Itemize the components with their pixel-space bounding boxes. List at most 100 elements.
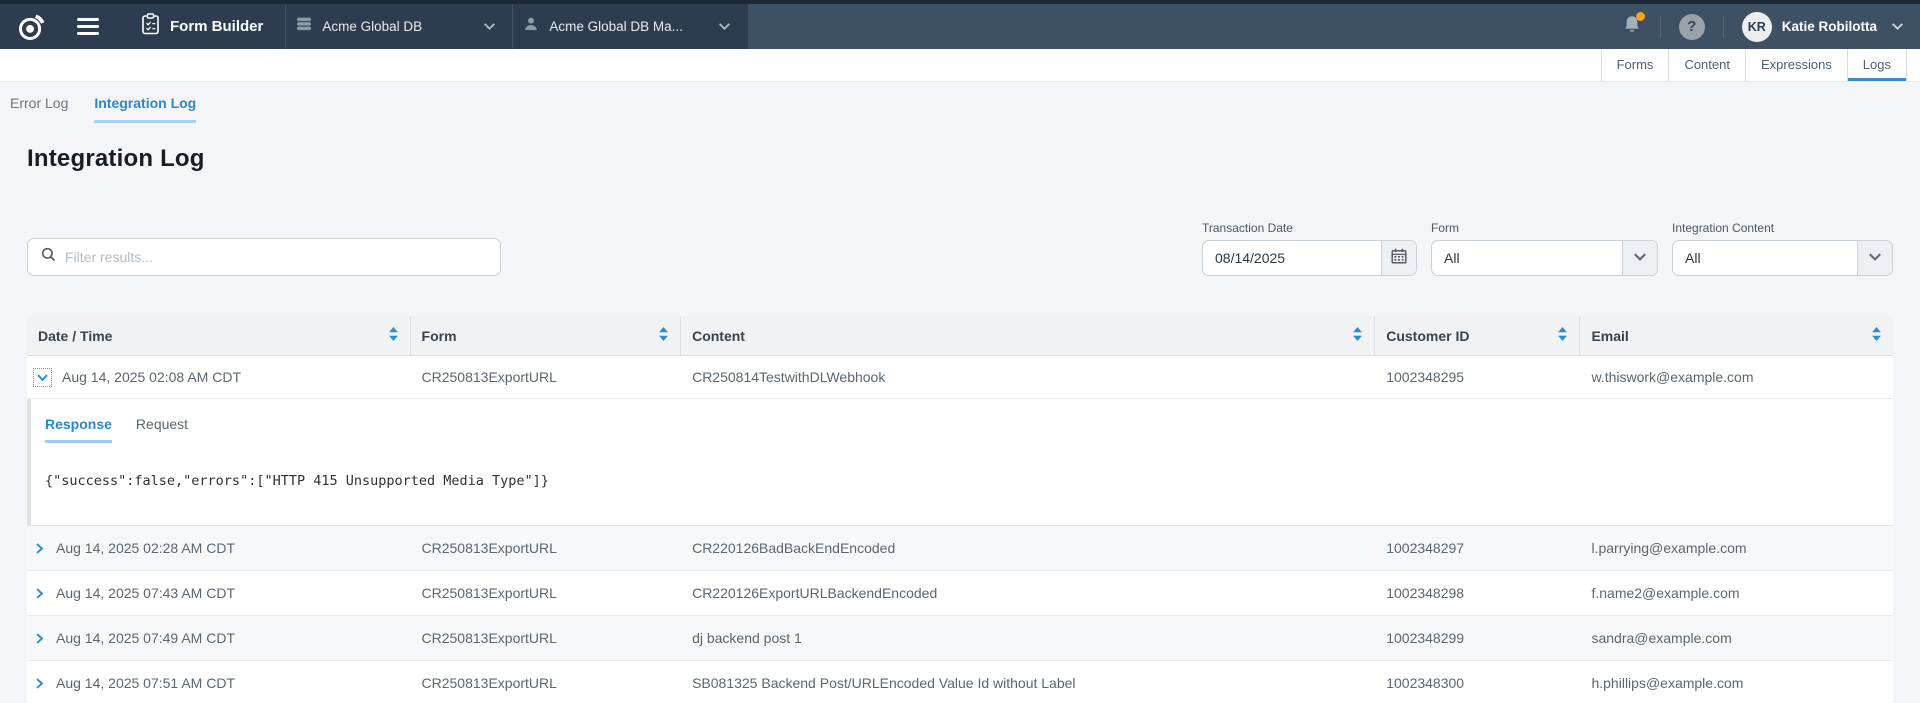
chevron-right-icon[interactable]	[33, 677, 46, 690]
notifications-button[interactable]	[1622, 14, 1642, 40]
avatar: KR	[1742, 12, 1772, 42]
form-filter: Form All	[1431, 221, 1658, 276]
cell-email: sandra@example.com	[1579, 630, 1892, 646]
tab-response[interactable]: Response	[45, 416, 112, 443]
navbar-divider	[1723, 16, 1724, 38]
navbar-divider	[1660, 16, 1661, 38]
navbar-left-section: Form Builder Acme Global DB	[0, 4, 748, 49]
chevron-down-icon[interactable]	[33, 368, 52, 387]
tab-logs[interactable]: Logs	[1847, 49, 1907, 81]
cell-date: Aug 14, 2025 07:49 AM CDT	[27, 630, 410, 646]
detail-tabbar: Response Request	[45, 416, 1873, 443]
column-header-form[interactable]: Form	[410, 316, 681, 355]
product-title: Form Builder	[141, 13, 263, 40]
cell-content: CR220126BadBackEndEncoded	[680, 540, 1374, 556]
form-filter-label: Form	[1431, 221, 1658, 235]
column-header-content[interactable]: Content	[680, 316, 1374, 355]
calendar-button[interactable]	[1381, 241, 1416, 275]
integration-content-select[interactable]: All	[1672, 240, 1893, 276]
tab-error-log[interactable]: Error Log	[10, 95, 68, 123]
sort-icon[interactable]	[1558, 327, 1567, 344]
cell-customer-id: 1002348297	[1374, 540, 1579, 556]
brand-logo-icon[interactable]	[16, 12, 46, 42]
menu-icon[interactable]	[77, 18, 99, 35]
cell-date: Aug 14, 2025 02:08 AM CDT	[27, 368, 410, 387]
cell-email: h.phillips@example.com	[1579, 675, 1892, 691]
table-header: Date / Time Form Content Customer ID Ema…	[27, 316, 1893, 356]
sort-icon[interactable]	[389, 327, 398, 344]
integration-content-value: All	[1673, 250, 1713, 266]
cell-form: CR250813ExportURL	[410, 540, 681, 556]
table-row[interactable]: Aug 14, 2025 02:28 AM CDT CR250813Export…	[27, 526, 1893, 571]
chevron-right-icon[interactable]	[33, 587, 46, 600]
tab-forms[interactable]: Forms	[1601, 49, 1669, 81]
help-button[interactable]: ?	[1679, 14, 1705, 40]
row-date-text: Aug 14, 2025 02:08 AM CDT	[62, 369, 241, 385]
sort-icon[interactable]	[1872, 327, 1881, 344]
column-label: Form	[422, 328, 457, 344]
chevron-right-icon[interactable]	[33, 632, 46, 645]
cell-date: Aug 14, 2025 07:43 AM CDT	[27, 585, 410, 601]
top-navbar: Form Builder Acme Global DB	[0, 4, 1920, 49]
chevron-down-icon	[718, 18, 731, 36]
integration-content-label: Integration Content	[1672, 221, 1893, 235]
page-title: Integration Log	[27, 145, 1920, 173]
row-date-text: Aug 14, 2025 07:43 AM CDT	[56, 585, 235, 601]
tab-content[interactable]: Content	[1668, 49, 1745, 81]
filters-row: Transaction Date 08/14/2025	[27, 221, 1893, 276]
column-label: Content	[692, 328, 745, 344]
cell-content: SB081325 Backend Post/URLEncoded Value I…	[680, 675, 1374, 691]
database-selector[interactable]: Acme Global DB	[286, 16, 512, 37]
cell-date: Aug 14, 2025 02:28 AM CDT	[27, 540, 410, 556]
cell-form: CR250813ExportURL	[410, 675, 681, 691]
table-row[interactable]: Aug 14, 2025 07:43 AM CDT CR250813Export…	[27, 571, 1893, 616]
sort-icon[interactable]	[659, 327, 668, 344]
cell-email: w.thiswork@example.com	[1579, 369, 1892, 385]
integration-log-table: Date / Time Form Content Customer ID Ema…	[27, 316, 1893, 703]
column-header-email[interactable]: Email	[1579, 316, 1892, 355]
user-menu[interactable]: KR Katie Robilotta	[1742, 12, 1904, 42]
cell-email: f.name2@example.com	[1579, 585, 1892, 601]
database-selector-value: Acme Global DB	[322, 19, 473, 34]
table-row[interactable]: Aug 14, 2025 07:51 AM CDT CR250813Export…	[27, 661, 1893, 703]
integration-content-filter: Integration Content All	[1672, 221, 1893, 276]
tab-expressions[interactable]: Expressions	[1745, 49, 1847, 81]
cell-customer-id: 1002348298	[1374, 585, 1579, 601]
row-date-text: Aug 14, 2025 07:51 AM CDT	[56, 675, 235, 691]
clipboard-icon	[141, 13, 160, 40]
section-tabbar: Forms Content Expressions Logs	[0, 49, 1920, 82]
table-row[interactable]: Aug 14, 2025 02:08 AM CDT CR250813Export…	[27, 356, 1893, 399]
context-selector-value: Acme Global DB Ma...	[549, 19, 708, 34]
transaction-date-field[interactable]: 08/14/2025	[1202, 240, 1417, 276]
column-header-customer-id[interactable]: Customer ID	[1374, 316, 1579, 355]
cell-date: Aug 14, 2025 07:51 AM CDT	[27, 675, 410, 691]
sort-icon[interactable]	[1353, 327, 1362, 344]
search-input[interactable]	[65, 249, 487, 265]
chevron-right-icon[interactable]	[33, 542, 46, 555]
cell-form: CR250813ExportURL	[410, 630, 681, 646]
context-selector[interactable]: Acme Global DB Ma...	[513, 16, 747, 37]
cell-form: CR250813ExportURL	[410, 585, 681, 601]
tab-request[interactable]: Request	[136, 416, 188, 443]
chevron-down-icon	[1891, 18, 1904, 36]
form-filter-select[interactable]: All	[1431, 240, 1658, 276]
chevron-down-icon	[483, 18, 496, 36]
form-filter-value: All	[1432, 250, 1472, 266]
select-chevron-button[interactable]	[1622, 241, 1657, 275]
column-label: Date / Time	[38, 328, 112, 344]
filter-controls: Transaction Date 08/14/2025	[1202, 221, 1893, 276]
select-chevron-button[interactable]	[1857, 241, 1892, 275]
row-date-text: Aug 14, 2025 02:28 AM CDT	[56, 540, 235, 556]
database-icon	[296, 16, 312, 37]
user-name: Katie Robilotta	[1782, 19, 1877, 34]
tab-integration-log[interactable]: Integration Log	[94, 95, 196, 123]
navbar-right-section: ? KR Katie Robilotta	[1622, 4, 1920, 49]
user-icon	[523, 16, 539, 37]
response-body: {"success":false,"errors":["HTTP 415 Uns…	[45, 473, 1873, 489]
cell-customer-id: 1002348299	[1374, 630, 1579, 646]
cell-email: l.parrying@example.com	[1579, 540, 1892, 556]
column-header-date-time[interactable]: Date / Time	[27, 316, 410, 355]
table-row[interactable]: Aug 14, 2025 07:49 AM CDT CR250813Export…	[27, 616, 1893, 661]
calendar-icon	[1391, 248, 1407, 269]
transaction-date-value: 08/14/2025	[1203, 250, 1297, 266]
